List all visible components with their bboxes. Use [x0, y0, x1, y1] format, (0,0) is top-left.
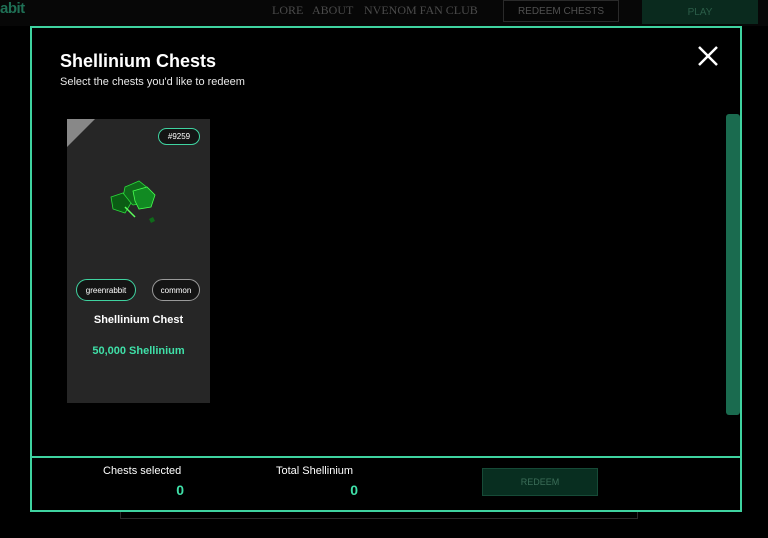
- chests-selected-value: 0: [176, 482, 184, 498]
- site-logo[interactable]: abit: [0, 0, 25, 17]
- redeem-chests-modal: Shellinium Chests Select the chests you'…: [30, 26, 742, 512]
- nav-link-fan-club[interactable]: NVENOM FAN CLUB: [364, 3, 478, 18]
- selection-corner: [67, 119, 95, 147]
- chest-id-badge: #9259: [158, 128, 200, 145]
- nav-link-lore[interactable]: LORE: [272, 3, 303, 18]
- chests-selected-label: Chests selected: [103, 465, 182, 477]
- redeem-chests-button[interactable]: REDEEM CHESTS: [503, 0, 619, 22]
- chest-card[interactable]: #9259 greenrabbit common Shellinium Ches…: [67, 119, 210, 403]
- modal-title: Shellinium Chests: [60, 51, 217, 71]
- chest-image: [105, 179, 165, 229]
- scrollbar-thumb[interactable]: [726, 114, 740, 415]
- top-navigation-bar: abit LORE ABOUT NVENOM FAN CLUB REDEEM C…: [0, 0, 768, 26]
- modal-subtitle: Select the chests you'd like to redeem: [60, 76, 245, 88]
- redeem-button[interactable]: REDEEM: [482, 468, 598, 496]
- total-shellinium-value: 0: [350, 482, 358, 498]
- total-shellinium-label: Total Shellinium: [276, 465, 354, 477]
- chest-amount: 50,000 Shellinium: [92, 345, 185, 357]
- footer-divider: [32, 456, 740, 458]
- close-icon[interactable]: [696, 44, 720, 68]
- owner-badge: greenrabbit: [76, 279, 136, 301]
- rarity-badge: common: [152, 279, 200, 301]
- nav-link-about[interactable]: ABOUT: [312, 3, 353, 18]
- chest-name: Shellinium Chest: [93, 314, 184, 326]
- play-button[interactable]: PLAY: [642, 0, 758, 24]
